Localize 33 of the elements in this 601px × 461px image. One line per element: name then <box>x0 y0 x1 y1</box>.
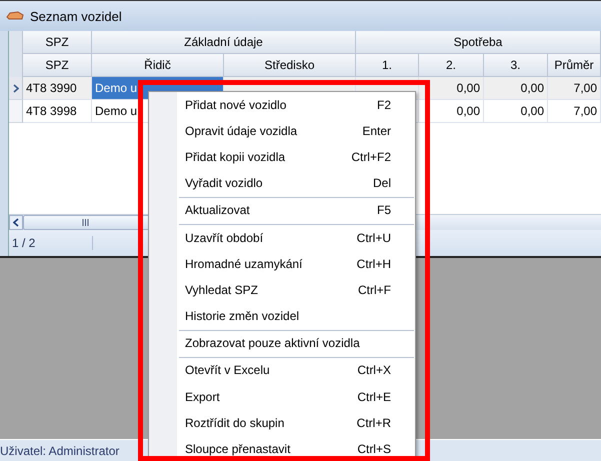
column-group-header: SPZ <box>23 31 92 54</box>
table-cell: 0,00 <box>484 77 548 100</box>
menu-item[interactable]: Roztřídit do skupin Ctrl+R <box>149 410 415 436</box>
table-cell: 0,00 <box>419 77 484 100</box>
menu-item[interactable]: Sloupce přenastavit Ctrl+S <box>149 436 415 461</box>
menu-item[interactable]: Uzavřít období Ctrl+U <box>149 224 415 252</box>
menu-item[interactable]: Přidat kopii vozidla Ctrl+F2 <box>149 144 415 171</box>
user-label: Uživatel: Administrator <box>0 444 120 458</box>
column-group-header: Základní údaje <box>92 31 356 54</box>
table-cell: 7,00 <box>548 77 601 100</box>
window-title: Seznam vozidel <box>30 8 122 24</box>
column-header[interactable]: Řidič <box>92 54 224 77</box>
column-header[interactable]: 1. <box>356 54 419 77</box>
menu-item[interactable]: Hromadné uzamykání Ctrl+H <box>149 251 415 278</box>
menu-item[interactable]: Vyhledat SPZ Ctrl+F <box>149 277 415 304</box>
menu-item[interactable]: Zobrazovat pouze aktivní vozidla <box>149 330 415 357</box>
column-header[interactable]: Průměr <box>548 54 601 77</box>
menu-item[interactable]: Aktualizovat F5 <box>149 198 415 224</box>
table-cell: 0,00 <box>419 100 484 123</box>
menu-item[interactable]: Vyřadit vozidlo Del <box>149 170 415 197</box>
column-header[interactable]: SPZ <box>23 54 92 77</box>
menu-item[interactable]: Otevřít v Excelu Ctrl+X <box>149 358 415 384</box>
table-cell: 7,00 <box>548 100 601 123</box>
table-cell: 4T8 3998 <box>23 100 92 123</box>
table-cell: 4T8 3990 <box>23 77 92 100</box>
menu-item[interactable]: Export Ctrl+E <box>149 384 415 410</box>
table-cell: 0,00 <box>484 100 548 123</box>
record-counter: 1 / 2 <box>9 236 93 250</box>
column-group-header: Spotřeba <box>356 31 601 54</box>
column-header[interactable]: 2. <box>419 54 484 77</box>
column-header[interactable]: 3. <box>484 54 548 77</box>
column-header[interactable]: Středisko <box>224 54 356 77</box>
menu-item[interactable]: Historie změn vozidel <box>149 304 415 330</box>
